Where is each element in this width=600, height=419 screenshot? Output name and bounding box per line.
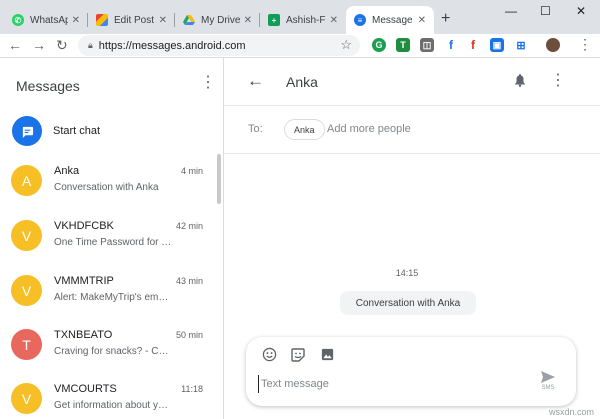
address-bar[interactable]: 🔒︎ https://messages.android.com ☆: [78, 35, 360, 56]
conversation-item[interactable]: V VMMMTRIP Alert: MakeMyTrip's em… 43 mi…: [0, 266, 218, 318]
tab-edit-post[interactable]: Edit Post ✕: [88, 6, 175, 34]
new-tab-button[interactable]: +: [441, 10, 450, 28]
window-close-icon[interactable]: ✕: [576, 4, 586, 18]
conversation-snippet: Alert: MakeMyTrip's em…: [54, 292, 169, 303]
url-text: https://messages.android.com: [98, 39, 246, 52]
tab-messages[interactable]: ≡ Message ✕: [346, 6, 434, 34]
sidebar-title: Messages: [16, 78, 80, 94]
toggle-extension-icon[interactable]: ◫: [420, 38, 434, 52]
tab-title: Edit Post: [114, 14, 155, 26]
messages-app: Messages ⋮ Start chat A Anka Conversatio…: [0, 57, 600, 419]
conversation-name: TXNBEATO: [54, 329, 113, 341]
avatar: V: [11, 383, 42, 414]
tab-title: WhatsApp: [30, 14, 68, 26]
start-chat-button[interactable]: Start chat: [12, 116, 100, 146]
grammarly-icon[interactable]: G: [372, 38, 386, 52]
browser-toolbar: ← → ↻ 🔒︎ https://messages.android.com ☆ …: [0, 34, 600, 57]
conversation-item[interactable]: A Anka Conversation with Anka 4 min: [0, 156, 218, 208]
tab-title: My Drive: [201, 14, 240, 26]
tab-my-drive[interactable]: My Drive ✕: [175, 6, 260, 34]
conversation-menu-icon[interactable]: ⋮: [550, 70, 566, 90]
browser-tab-strip: ✆ WhatsApp ✕ Edit Post ✕ My Drive ✕ + As…: [0, 0, 600, 34]
close-icon[interactable]: ✕: [72, 15, 80, 26]
conversation-time: 43 min: [175, 276, 203, 286]
close-icon[interactable]: ✕: [244, 15, 252, 26]
reader-icon[interactable]: ▣: [490, 38, 504, 52]
bookmark-star-icon[interactable]: ☆: [340, 37, 352, 53]
conversation-snippet: Get information about y…: [54, 400, 168, 411]
conversation-time: 42 min: [175, 221, 203, 231]
maximize-icon[interactable]: ☐: [540, 4, 551, 18]
to-label: To:: [248, 123, 263, 135]
conversation-item[interactable]: V VMCOURTS Get information about y… 11:1…: [0, 374, 218, 419]
tab-title: Ashish-Fr: [286, 14, 326, 26]
facebook-icon[interactable]: f: [444, 38, 458, 52]
close-icon[interactable]: ✕: [418, 15, 426, 26]
emoji-icon[interactable]: [262, 347, 277, 365]
tab-whatsapp[interactable]: ✆ WhatsApp ✕: [4, 6, 88, 34]
chat-bubble-icon: [12, 116, 42, 146]
messages-icon: ≡: [354, 14, 366, 26]
conversation-item[interactable]: V VKHDFCBK One Time Password for … 42 mi…: [0, 211, 218, 263]
avatar: T: [11, 329, 42, 360]
windows-icon[interactable]: ⊞: [514, 38, 528, 52]
browser-menu-icon[interactable]: ⋮: [578, 36, 592, 53]
profile-avatar[interactable]: [546, 38, 560, 52]
recipient-row: To: Anka Add more people: [224, 106, 600, 154]
close-icon[interactable]: ✕: [159, 15, 167, 26]
conversation-name: VKHDFCBK: [54, 220, 114, 232]
forward-nav-icon[interactable]: →: [32, 36, 46, 54]
send-button[interactable]: SMS: [540, 370, 556, 391]
conversation-name: VMMMTRIP: [54, 275, 114, 287]
image-icon[interactable]: [320, 347, 335, 365]
back-arrow-icon[interactable]: ←: [247, 71, 264, 91]
flipboard-icon[interactable]: f: [466, 38, 480, 52]
conversation-snippet: Conversation with Anka: [54, 182, 159, 193]
minimize-icon[interactable]: —: [505, 4, 517, 18]
contact-name: Anka: [286, 74, 318, 90]
message-timestamp: 14:15: [395, 268, 419, 278]
start-chat-label: Start chat: [53, 125, 101, 137]
add-people-input[interactable]: Add more people: [327, 123, 411, 135]
whatsapp-icon: ✆: [12, 14, 24, 26]
conversation-item[interactable]: T TXNBEATO Craving for snacks? - Ch… 50 …: [0, 320, 218, 372]
reload-icon[interactable]: ↻: [56, 36, 68, 54]
wordpress-icon: [96, 14, 108, 26]
avatar: A: [11, 165, 42, 196]
tab-title: Message: [372, 14, 413, 26]
conversation-time: 4 min: [180, 166, 203, 176]
sheets-icon: +: [268, 14, 280, 26]
extension-icon[interactable]: T: [396, 38, 410, 52]
avatar: V: [11, 220, 42, 251]
conversation-name: VMCOURTS: [54, 383, 117, 395]
sidebar-scrollbar[interactable]: [217, 154, 221, 204]
bell-icon[interactable]: [514, 73, 526, 90]
sticker-icon[interactable]: [290, 347, 306, 366]
conversation-header: ← Anka ⋮: [224, 58, 600, 106]
message-input[interactable]: [258, 375, 528, 393]
conversation-snippet: One Time Password for …: [54, 237, 172, 248]
lock-icon: 🔒︎: [88, 40, 93, 50]
more-options-icon[interactable]: ⋮: [200, 72, 216, 92]
conversation-sidebar: Messages ⋮ Start chat A Anka Conversatio…: [0, 58, 224, 419]
conversation-time: 50 min: [175, 330, 203, 340]
watermark: wsxdn.com: [548, 407, 594, 417]
conversation-snippet: Craving for snacks? - Ch…: [54, 346, 172, 357]
recipient-chip[interactable]: Anka: [284, 119, 325, 140]
back-nav-icon[interactable]: ←: [8, 36, 22, 54]
conversation-name: Anka: [54, 165, 80, 177]
send-label: SMS: [541, 385, 555, 391]
message-bubble: Conversation with Anka: [340, 291, 476, 315]
tab-sheets[interactable]: + Ashish-Fr ✕: [260, 6, 346, 34]
avatar: V: [11, 275, 42, 306]
message-composer: SMS: [246, 337, 576, 406]
conversation-pane: ← Anka ⋮ To: Anka Add more people 14:15 …: [224, 58, 600, 419]
send-icon: [541, 371, 555, 383]
close-icon[interactable]: ✕: [330, 15, 338, 26]
drive-icon: [183, 14, 195, 26]
conversation-time: 11:18: [181, 384, 203, 394]
